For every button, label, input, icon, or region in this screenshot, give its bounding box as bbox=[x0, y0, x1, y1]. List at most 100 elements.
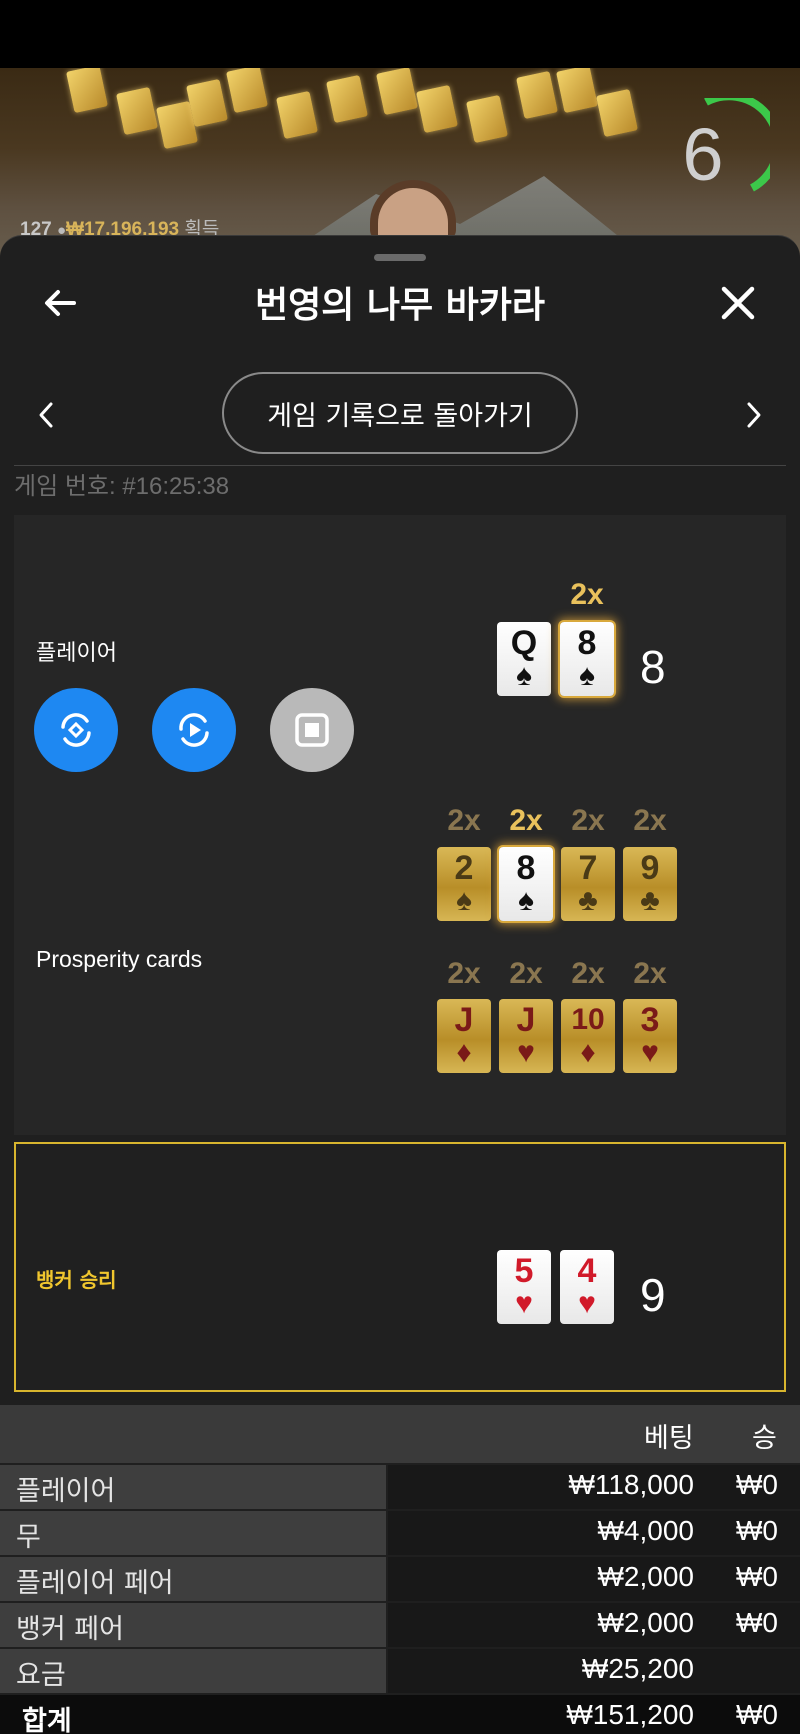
table-row: 무 ₩4,000 ₩0 bbox=[0, 1511, 800, 1555]
bet-name: 요금 bbox=[16, 1660, 66, 1691]
card-rank: 8 bbox=[577, 624, 597, 662]
card-multiplier: 2x bbox=[633, 804, 667, 837]
heart-icon: ♥ bbox=[517, 1036, 535, 1069]
card-multiplier: 2x bbox=[447, 957, 481, 990]
table-row: 요금 ₩25,200 bbox=[0, 1649, 800, 1693]
card-multiplier: 2x bbox=[571, 957, 605, 990]
arrow-left-icon[interactable] bbox=[40, 283, 80, 323]
bet-name: 플레이어 bbox=[16, 1476, 116, 1507]
card-multiplier: 2x bbox=[509, 957, 543, 990]
gold-leaf-decoration bbox=[516, 70, 558, 120]
win-amount: ₩0 bbox=[736, 1561, 778, 1592]
prosperity-cards-label: Prosperity cards bbox=[36, 946, 203, 972]
bet-amount: ₩2,000 bbox=[597, 1561, 695, 1592]
heart-icon: ♥ bbox=[641, 1036, 659, 1069]
close-icon[interactable] bbox=[718, 283, 758, 323]
total-label: 합계 bbox=[22, 1706, 72, 1734]
total-bet-amount: ₩151,200 bbox=[566, 1699, 694, 1730]
prosperity-card: 10 ♦ bbox=[561, 999, 615, 1073]
bet-name: 무 bbox=[16, 1522, 41, 1553]
bet-amount: ₩25,200 bbox=[581, 1653, 694, 1684]
prosperity-card: 2 ♠ bbox=[437, 847, 491, 921]
player-card-2: 8 ♠ bbox=[560, 622, 614, 696]
card-rank: 2 bbox=[454, 849, 474, 887]
prosperity-card: J ♦ bbox=[437, 999, 491, 1073]
player-card-1: Q ♠ bbox=[497, 622, 551, 696]
gold-leaf-decoration bbox=[116, 86, 158, 136]
prosperity-card: 7 ♣ bbox=[561, 847, 615, 921]
win-amount: ₩0 bbox=[736, 1469, 778, 1500]
stop-icon bbox=[295, 713, 329, 747]
table-row: 플레이어 페어 ₩2,000 ₩0 bbox=[0, 1557, 800, 1601]
card-multiplier: 2x bbox=[447, 804, 481, 837]
win-amount: ₩0 bbox=[736, 1607, 778, 1638]
bet-name: 뱅커 페어 bbox=[16, 1614, 124, 1645]
gold-leaf-decoration bbox=[66, 68, 108, 114]
diamond-icon: ♦ bbox=[580, 1036, 596, 1069]
gold-leaf-decoration bbox=[556, 68, 598, 114]
table-total-row: 합계 ₩151,200 ₩0 bbox=[0, 1695, 800, 1734]
card-rank: 5 bbox=[514, 1252, 534, 1290]
gold-leaf-decoration bbox=[466, 94, 508, 144]
card-multiplier: 2x bbox=[570, 578, 604, 611]
heart-icon: ♥ bbox=[515, 1287, 533, 1320]
club-icon: ♣ bbox=[640, 884, 660, 917]
spade-icon: ♠ bbox=[579, 659, 595, 692]
card-rank: J bbox=[454, 1001, 474, 1039]
sheet-drag-handle[interactable] bbox=[374, 254, 426, 261]
banker-win-label: 뱅커 승리 bbox=[36, 1268, 117, 1292]
bet-column-header: 베팅 bbox=[644, 1423, 694, 1454]
card-rank: 7 bbox=[578, 849, 598, 887]
bet-amount: ₩118,000 bbox=[568, 1469, 694, 1500]
banker-score: 9 bbox=[640, 1269, 666, 1321]
heart-icon: ♥ bbox=[578, 1287, 596, 1320]
banker-card-2: 4 ♥ bbox=[560, 1250, 614, 1324]
play-button[interactable] bbox=[152, 688, 236, 772]
club-icon: ♣ bbox=[578, 884, 598, 917]
win-column-header: 승 bbox=[752, 1423, 777, 1454]
bet-amount: ₩2,000 bbox=[597, 1607, 695, 1638]
card-rank: 8 bbox=[516, 849, 536, 887]
player-label: 플레이어 bbox=[36, 641, 117, 666]
player-score: 8 bbox=[640, 641, 666, 693]
diamond-icon: ♦ bbox=[456, 1036, 472, 1069]
table-row: 플레이어 ₩118,000 ₩0 bbox=[0, 1465, 800, 1509]
card-rank: 4 bbox=[577, 1252, 597, 1290]
gold-leaf-decoration bbox=[596, 88, 638, 138]
prosperity-card: 9 ♣ bbox=[623, 847, 677, 921]
spade-icon: ♠ bbox=[518, 884, 534, 917]
gold-leaf-decoration bbox=[376, 68, 418, 116]
card-rank: 3 bbox=[640, 1001, 660, 1039]
play-icon bbox=[179, 713, 209, 747]
chevron-right-icon[interactable] bbox=[742, 400, 766, 430]
gold-leaf-decoration bbox=[276, 90, 318, 140]
page-title: 번영의 나무 바카라 bbox=[254, 285, 546, 326]
replay-icon bbox=[61, 713, 91, 747]
card-multiplier: 2x bbox=[571, 804, 605, 837]
chevron-left-icon[interactable] bbox=[34, 400, 58, 430]
card-rank: J bbox=[516, 1001, 536, 1039]
card-multiplier: 2x bbox=[509, 804, 543, 837]
bet-name: 플레이어 페어 bbox=[16, 1568, 174, 1599]
card-rank: Q bbox=[510, 624, 538, 662]
banker-card-1: 5 ♥ bbox=[497, 1250, 551, 1324]
prosperity-card: J ♥ bbox=[499, 999, 553, 1073]
replay-button[interactable] bbox=[34, 688, 118, 772]
stop-button[interactable] bbox=[270, 688, 354, 772]
total-win-amount: ₩0 bbox=[736, 1699, 778, 1730]
card-multiplier: 2x bbox=[633, 957, 667, 990]
card-rank: 9 bbox=[640, 849, 660, 887]
card-rank: 10 bbox=[571, 1003, 605, 1036]
prosperity-card: 3 ♥ bbox=[623, 999, 677, 1073]
table-row: 뱅커 페어 ₩2,000 ₩0 bbox=[0, 1603, 800, 1647]
win-amount: ₩0 bbox=[736, 1515, 778, 1546]
banker-winner-box bbox=[14, 1142, 786, 1392]
gold-leaf-decoration bbox=[226, 68, 268, 114]
back-to-history-button[interactable]: 게임 기록으로 돌아가기 bbox=[222, 372, 578, 454]
spade-icon: ♠ bbox=[516, 659, 532, 692]
countdown-timer-value: 6 bbox=[682, 113, 724, 196]
game-number: 게임 번호: #16:25:38 bbox=[14, 473, 230, 500]
gold-leaf-decoration bbox=[186, 78, 228, 128]
gold-leaf-decoration bbox=[326, 74, 368, 124]
spade-icon: ♠ bbox=[456, 884, 472, 917]
